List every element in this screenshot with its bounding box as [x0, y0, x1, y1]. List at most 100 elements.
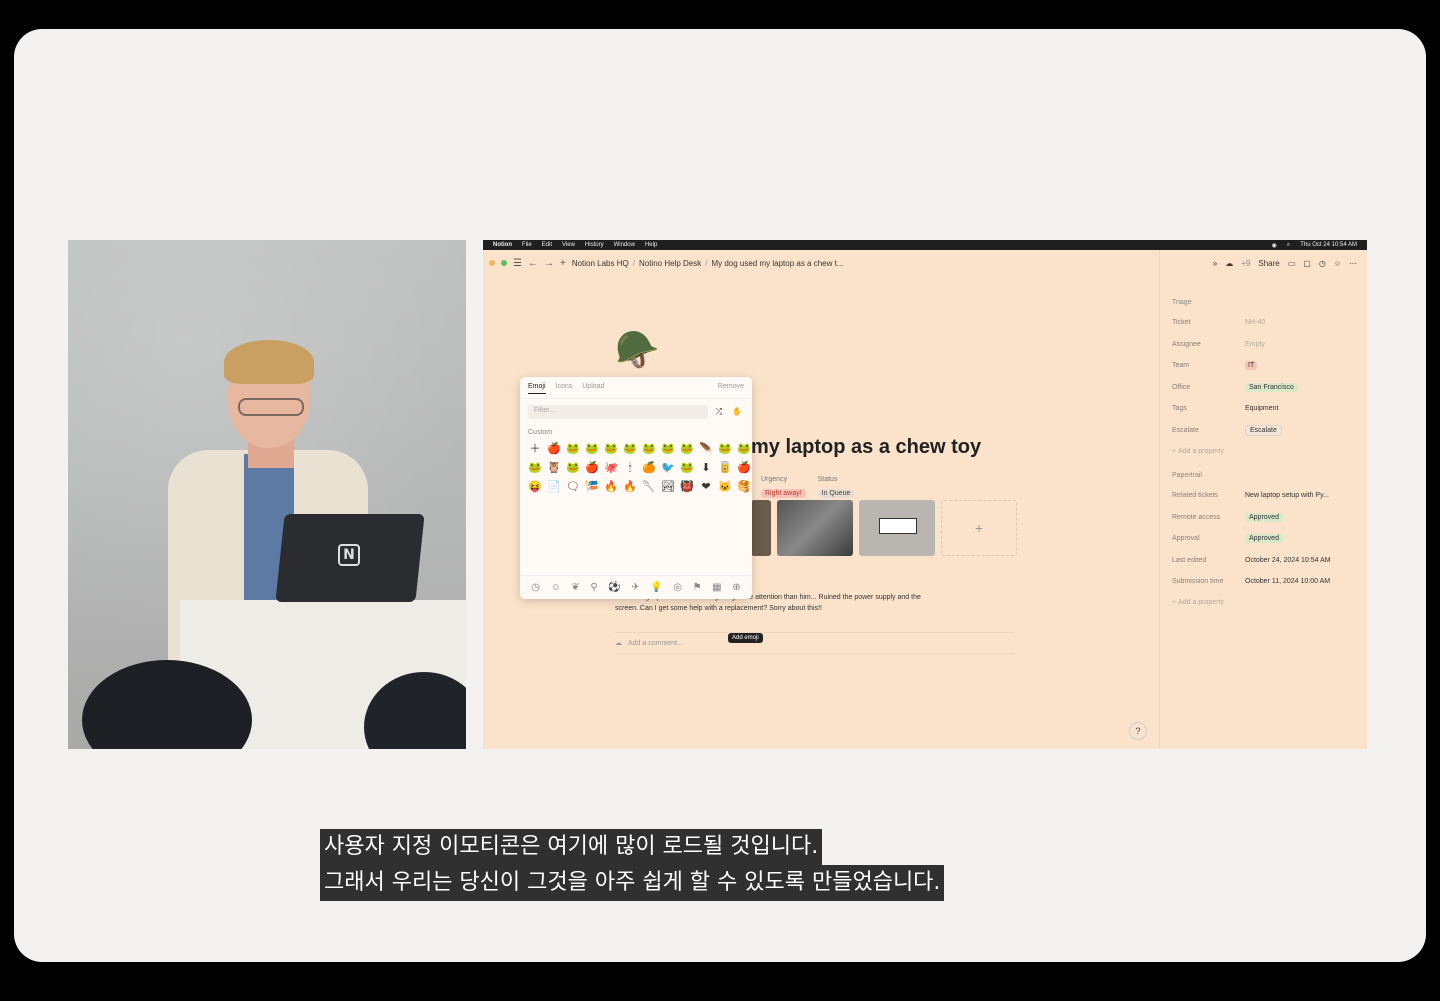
emoji-item[interactable]: 🐸	[602, 440, 620, 458]
objects-icon[interactable]: 💡	[650, 582, 662, 593]
emoji-item[interactable]: 🥄	[640, 478, 658, 496]
comment-box[interactable]: ☁ Add a comment...	[615, 632, 1015, 654]
help-button[interactable]: ?	[1129, 722, 1147, 740]
property-row[interactable]: Escalate Escalate	[1172, 420, 1355, 442]
property-row[interactable]: Approval Approved	[1172, 528, 1355, 550]
emoji-item[interactable]: 🐸	[716, 440, 734, 458]
breadcrumb-item[interactable]: Notion Labs HQ	[572, 259, 629, 268]
sidebar-toggle-icon[interactable]: ☰	[513, 258, 522, 269]
emoji-item[interactable]: ❤	[697, 478, 715, 496]
emoji-item[interactable]: 👹	[678, 478, 696, 496]
comment-input[interactable]: Add a comment...	[628, 640, 683, 647]
emoji-item[interactable]: 🔥	[621, 478, 639, 496]
emoji-item[interactable]: 🍎	[583, 459, 601, 477]
emoji-item[interactable]: 🦉	[545, 459, 563, 477]
gallery-image[interactable]	[777, 500, 853, 556]
menu-item[interactable]: Help	[645, 242, 657, 248]
page-title[interactable]: my laptop as a chew toy	[751, 436, 981, 459]
emoji-item[interactable]: 🐸	[526, 459, 544, 477]
back-arrow-icon[interactable]: ←	[528, 258, 538, 269]
emoji-item[interactable]: 🐸	[564, 459, 582, 477]
emoji-item[interactable]: 🐦	[659, 459, 677, 477]
related-ticket-link[interactable]: New laptop setup with Py...	[1245, 492, 1329, 499]
window-zoom-button[interactable]	[501, 260, 507, 266]
urgency-tag[interactable]: Right away!	[761, 489, 806, 498]
page-icon[interactable]: 🪖	[615, 330, 660, 370]
breadcrumb-item[interactable]: Notino Help Desk	[639, 259, 701, 268]
add-emoji-icon[interactable]: ⊕	[732, 582, 740, 593]
emoji-item[interactable]: 🎏	[583, 478, 601, 496]
travel-icon[interactable]: ✈	[631, 582, 639, 593]
food-icon[interactable]: ⚲	[590, 582, 597, 593]
escalate-button[interactable]: Escalate	[1245, 424, 1282, 436]
property-row[interactable]: Submission time October 11, 2024 10:00 AM	[1172, 571, 1355, 593]
gallery-image[interactable]	[751, 500, 771, 556]
property-row[interactable]: Tags Equipment	[1172, 398, 1355, 420]
menu-item[interactable]: Edit	[542, 242, 552, 248]
property-row[interactable]: Last edited October 24, 2024 10:54 AM	[1172, 550, 1355, 572]
emoji-item[interactable]: 🕯	[621, 459, 639, 477]
emoji-item[interactable]: 🥫	[716, 459, 734, 477]
emoji-item[interactable]: 🍊	[640, 459, 658, 477]
wifi-icon[interactable]: ◉	[1272, 242, 1277, 249]
window-close-button[interactable]	[489, 260, 495, 266]
emoji-filter-input[interactable]: Filter...	[528, 405, 708, 419]
property-row[interactable]: Remote access Approved	[1172, 507, 1355, 529]
emoji-item[interactable]: 🐸	[583, 440, 601, 458]
emoji-item[interactable]: 📄	[545, 478, 563, 496]
emoji-item[interactable]: 🐸	[640, 440, 658, 458]
property-row[interactable]: Assignee Empty	[1172, 334, 1355, 356]
breadcrumb-item[interactable]: My dog used my laptop as a chew t...	[711, 259, 843, 268]
property-row[interactable]: Team IT	[1172, 355, 1355, 377]
symbols-icon[interactable]: ◎	[673, 582, 682, 593]
emoji-item[interactable]: 🐸	[735, 440, 753, 458]
property-row[interactable]: Office San Francisco	[1172, 377, 1355, 399]
activity-icon[interactable]: ⚽	[608, 582, 620, 593]
emoji-item[interactable]: 🐸	[659, 440, 677, 458]
property-row[interactable]: Ticket NH-40	[1172, 312, 1355, 334]
section-papertrail[interactable]: Papertrail	[1172, 465, 1355, 485]
forward-arrow-icon[interactable]: →	[544, 258, 554, 269]
property-row[interactable]: Related tickets New laptop setup with Py.…	[1172, 485, 1355, 507]
add-image-button[interactable]: +	[941, 500, 1017, 556]
tab-icons[interactable]: Icons	[556, 383, 573, 394]
menu-item[interactable]: Notion	[493, 242, 512, 248]
add-property-button[interactable]: + Add a property	[1172, 593, 1355, 613]
emoji-item[interactable]: 🏞	[659, 478, 677, 496]
emoji-item[interactable]: 🐸	[621, 440, 639, 458]
gallery-image[interactable]	[859, 500, 935, 556]
emoji-item[interactable]: 🍎	[735, 459, 753, 477]
emoji-item[interactable]: ＋	[526, 440, 544, 458]
search-icon[interactable]: ⌕	[1287, 242, 1290, 249]
emoji-item[interactable]: 🥞	[735, 478, 753, 496]
menu-item[interactable]: Window	[614, 242, 635, 248]
custom-icon[interactable]: ▦	[712, 582, 721, 593]
emoji-item[interactable]: 🗨	[564, 478, 582, 496]
emoji-item[interactable]: ⬇	[697, 459, 715, 477]
flag-icon[interactable]: ⚑	[693, 582, 702, 593]
smiley-icon[interactable]: ☺	[551, 582, 561, 593]
skin-tone-icon[interactable]: ✋	[730, 405, 744, 419]
emoji-item[interactable]: 🐱	[716, 478, 734, 496]
menu-item[interactable]: View	[562, 242, 575, 248]
emoji-item[interactable]: 😝	[526, 478, 544, 496]
add-property-button[interactable]: + Add a property	[1172, 441, 1355, 461]
new-page-icon[interactable]: +	[560, 258, 566, 269]
emoji-item[interactable]: 🔥	[602, 478, 620, 496]
section-triage[interactable]: Triage	[1172, 292, 1355, 312]
status-badge[interactable]: In Queue	[817, 489, 855, 498]
menu-item[interactable]: File	[522, 242, 532, 248]
emoji-item[interactable]: 🪶	[697, 440, 715, 458]
recent-icon[interactable]: ◷	[531, 582, 540, 593]
tab-upload[interactable]: Upload	[582, 383, 604, 394]
tab-emoji[interactable]: Emoji	[528, 383, 546, 394]
emoji-item[interactable]: 🍎	[545, 440, 563, 458]
emoji-item[interactable]: 🐸	[678, 459, 696, 477]
emoji-item[interactable]: 🐸	[564, 440, 582, 458]
shuffle-icon[interactable]: ⤮	[712, 405, 726, 419]
emoji-item[interactable]: 🐙	[602, 459, 620, 477]
remove-button[interactable]: Remove	[718, 383, 744, 394]
nature-icon[interactable]: ❦	[571, 582, 579, 593]
menu-item[interactable]: History	[585, 242, 604, 248]
emoji-item[interactable]: 🐸	[678, 440, 696, 458]
